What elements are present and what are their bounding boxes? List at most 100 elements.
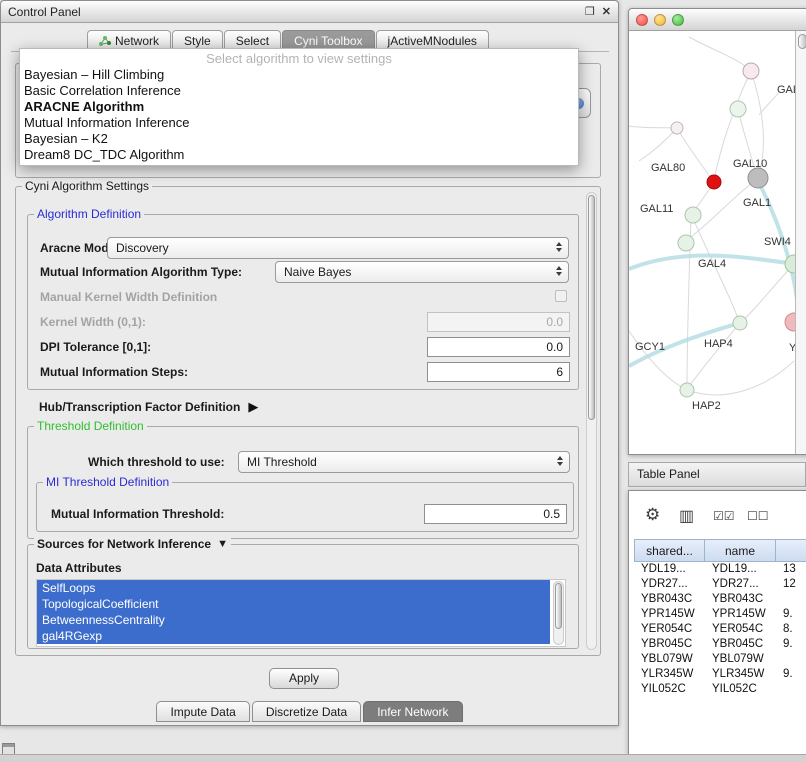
mi-threshold-label: Mutual Information Threshold: — [51, 507, 224, 521]
table-row[interactable]: YBL079W YBL079W — [634, 652, 806, 667]
node-label-gal11: GAL11 — [640, 203, 673, 215]
table-body[interactable]: YDL19... YDL19... 13 YDR27... YDR27... 1… — [634, 562, 806, 697]
dpi-tolerance-input[interactable]: 0.0 — [427, 337, 570, 357]
column-header-name[interactable]: name — [705, 539, 776, 562]
algorithm-option-aracne[interactable]: ARACNE Algorithm — [20, 99, 578, 115]
node-hap4-green[interactable] — [733, 316, 747, 330]
mi-algorithm-type-select[interactable]: Naive Bayes — [275, 261, 569, 283]
network-view-window: GAL80 GAL10 GAL11 GAL1 SWI4 GAL4 GCY1 HA… — [628, 8, 806, 455]
node-label-swi4: SWI4 — [764, 236, 791, 248]
expand-right-icon[interactable]: ▶ — [248, 399, 258, 415]
hub-tf-definition-row[interactable]: Hub/Transcription Factor Definition ▶ — [39, 399, 258, 415]
table-panel-header[interactable]: Table Panel — [628, 462, 806, 487]
cell: 8. — [776, 622, 806, 637]
attribute-item-gal4rgexp[interactable]: gal4RGexp — [37, 628, 550, 644]
algorithm-option-bayesian-k2[interactable]: Bayesian – K2 — [20, 131, 578, 147]
column-header-3[interactable] — [776, 539, 806, 562]
sources-group: Sources for Network Inference ▼ Data Att… — [27, 544, 579, 649]
mac-close-button[interactable] — [636, 14, 648, 26]
updown-arrows-icon — [557, 456, 563, 466]
algorithm-option-basic-correlation[interactable]: Basic Correlation Inference — [20, 83, 578, 99]
table-row[interactable]: YIL052C YIL052C — [634, 682, 806, 697]
cell — [776, 652, 806, 667]
node-gal11-green[interactable] — [685, 207, 701, 223]
cell: YER054C — [705, 622, 776, 637]
columns-icon[interactable]: ▥ — [679, 506, 694, 526]
control-panel-titlebar[interactable]: Control Panel ❐ ✕ — [1, 1, 618, 23]
aracne-mode-select[interactable]: Discovery — [107, 237, 569, 259]
network-scrollbar-thumb[interactable] — [798, 34, 806, 49]
mac-minimize-button[interactable] — [654, 14, 666, 26]
close-window-icon[interactable]: ✕ — [602, 5, 611, 18]
deselect-all-checkboxes-icon[interactable]: ☐☐ — [747, 509, 769, 523]
node-upper-green[interactable] — [730, 101, 746, 117]
settings-scrollbar-thumb[interactable] — [588, 195, 595, 420]
cell: 12 — [776, 577, 806, 592]
cell: 9. — [776, 637, 806, 652]
cell: YIL052C — [634, 682, 705, 697]
node-small-left[interactable] — [671, 122, 683, 134]
mi-threshold-group-title: MI Threshold Definition — [43, 475, 172, 489]
table-row[interactable]: YDR27... YDR27... 12 — [634, 577, 806, 592]
table-row[interactable]: YDL19... YDL19... 13 — [634, 562, 806, 577]
sources-group-header[interactable]: Sources for Network Inference ▼ — [34, 537, 231, 551]
manual-kernel-label: Manual Kernel Width Definition — [40, 290, 217, 304]
table-row[interactable]: YER054C YER054C 8. — [634, 622, 806, 637]
cell: 13 — [776, 562, 806, 577]
network-labels: GAL80 GAL10 GAL11 GAL1 SWI4 GAL4 GCY1 HA… — [635, 84, 795, 412]
which-threshold-select[interactable]: MI Threshold — [238, 451, 570, 473]
data-attributes-list[interactable]: SelfLoops TopologicalCoefficient Between… — [36, 579, 566, 647]
apply-button[interactable]: Apply — [269, 668, 339, 689]
float-window-icon[interactable]: ❐ — [585, 5, 595, 18]
node-gal4-green[interactable] — [678, 235, 694, 251]
cell — [776, 682, 806, 697]
tab-discretize-data[interactable]: Discretize Data — [252, 701, 361, 722]
table-row[interactable]: YLR345W YLR345W 9. — [634, 667, 806, 682]
settings-scrollbar[interactable] — [586, 192, 597, 650]
dpi-tolerance-label: DPI Tolerance [0,1]: — [40, 340, 151, 354]
algorithm-option-mutual-information[interactable]: Mutual Information Inference — [20, 115, 578, 131]
node-hap2-green[interactable] — [680, 383, 694, 397]
attribute-item-selfloops[interactable]: SelfLoops — [37, 580, 550, 596]
window-title: Control Panel — [8, 5, 81, 19]
cell: YDR27... — [705, 577, 776, 592]
node-gal10-red[interactable] — [707, 175, 721, 189]
cell: YER054C — [634, 622, 705, 637]
cell: 9. — [776, 667, 806, 682]
cell: YDL19... — [705, 562, 776, 577]
network-graph: GAL80 GAL10 GAL11 GAL1 SWI4 GAL4 GCY1 HA… — [629, 31, 795, 454]
algorithm-option-dream8[interactable]: Dream8 DC_TDC Algorithm — [20, 147, 578, 163]
cell: YIL052C — [705, 682, 776, 697]
threshold-definition-group: Threshold Definition Which threshold to … — [27, 426, 579, 539]
mi-threshold-input[interactable]: 0.5 — [424, 504, 567, 524]
node-right-pink[interactable] — [785, 313, 795, 331]
tab-impute-data[interactable]: Impute Data — [156, 701, 249, 722]
tab-infer-network[interactable]: Infer Network — [363, 701, 462, 722]
table-row[interactable]: YBR043C YBR043C — [634, 592, 806, 607]
algorithm-option-bayesian-hill-climbing[interactable]: Bayesian – Hill Climbing — [20, 67, 578, 83]
node-gal1-gray[interactable] — [748, 168, 768, 188]
cell: YDR27... — [634, 577, 705, 592]
cell: YBR045C — [634, 637, 705, 652]
attribute-item-topologicalcoefficient[interactable]: TopologicalCoefficient — [37, 596, 550, 612]
kernel-width-input[interactable]: 0.0 — [427, 312, 570, 332]
attributes-scrollbar-thumb[interactable] — [555, 583, 562, 629]
node-top-pink[interactable] — [743, 63, 759, 79]
mi-steps-input[interactable]: 6 — [427, 362, 570, 382]
network-canvas[interactable]: GAL80 GAL10 GAL11 GAL1 SWI4 GAL4 GCY1 HA… — [629, 31, 795, 454]
network-window-titlebar[interactable] — [629, 9, 806, 31]
network-vertical-scrollbar[interactable] — [795, 31, 806, 454]
table-row[interactable]: YBR045C YBR045C 9. — [634, 637, 806, 652]
column-header-shared-name[interactable]: shared... — [634, 539, 705, 562]
attributes-scrollbar[interactable] — [553, 581, 564, 645]
select-all-checkboxes-icon[interactable]: ☑☑ — [713, 509, 735, 523]
table-row[interactable]: YPR145W YPR145W 9. — [634, 607, 806, 622]
data-attributes-label: Data Attributes — [36, 561, 122, 575]
mac-zoom-button[interactable] — [672, 14, 684, 26]
mi-threshold-group: MI Threshold Definition Mutual Informati… — [36, 482, 574, 532]
cell — [776, 592, 806, 607]
gear-icon[interactable]: ⚙ — [645, 505, 660, 525]
attribute-item-betweennesscentrality[interactable]: BetweennessCentrality — [37, 612, 550, 628]
manual-kernel-checkbox[interactable] — [555, 290, 567, 302]
collapse-down-icon[interactable]: ▼ — [217, 537, 228, 551]
